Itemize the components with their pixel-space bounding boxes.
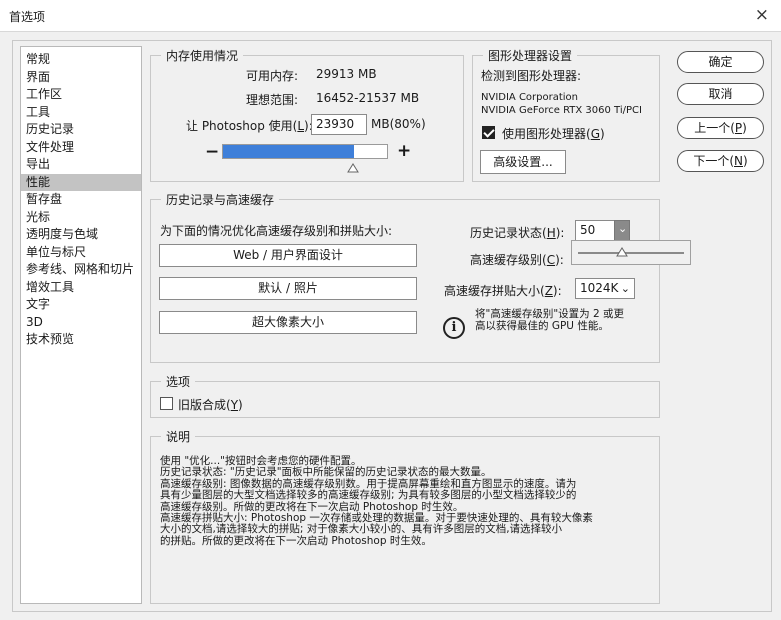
available-memory-value: 29913 MB xyxy=(316,67,377,81)
memory-usage-slider[interactable] xyxy=(222,144,388,159)
sidebar-item[interactable]: 技术预览 xyxy=(21,331,141,349)
available-memory-label: 可用内存: xyxy=(246,69,299,83)
window-title: 首选项 xyxy=(9,10,46,24)
memory-usage-input[interactable]: 23930 xyxy=(311,114,367,135)
description-text: 使用 "优化..."按钮时会考虑您的硬件配置。 历史记录状态: "历史记录"面板中… xyxy=(160,455,656,547)
sidebar-item[interactable]: 界面 xyxy=(21,69,141,87)
gpu-settings-legend: 图形处理器设置 xyxy=(488,49,573,63)
optimize-cache-label: 为下面的情况优化高速缓存级别和拼贴大小: xyxy=(160,224,393,238)
history-states-input[interactable]: 50 xyxy=(575,220,615,241)
cache-tile-size-value: 1024K xyxy=(580,281,619,295)
ideal-range-label: 理想范围: xyxy=(246,93,299,107)
description-line: 具有少量图层的大型文档选择较多的高速缓存级别; 为具有较多图层的小型文档选择较少… xyxy=(160,489,577,502)
history-cache-legend: 历史记录与高速缓存 xyxy=(166,193,275,207)
memory-usage-legend: 内存使用情况 xyxy=(166,49,239,63)
cache-levels-label: 高速缓存级别(C): xyxy=(470,253,564,267)
memory-percent-label: MB(80%) xyxy=(371,117,426,131)
optimize-web-ui-button[interactable]: Web / 用户界面设计 xyxy=(159,244,417,267)
cache-levels-slider-thumb[interactable] xyxy=(616,247,628,257)
gpu-vendor-text: NVIDIA Corporation xyxy=(481,92,579,103)
next-button[interactable]: 下一个(N) xyxy=(677,150,764,172)
gpu-advanced-settings-button[interactable]: 高级设置... xyxy=(480,150,566,174)
info-icon: i xyxy=(443,317,465,339)
chevron-down-icon: ⌄ xyxy=(620,282,630,295)
sidebar-item[interactable]: 3D xyxy=(21,314,141,332)
cache-tile-size-label: 高速缓存拼贴大小(Z): xyxy=(444,284,562,298)
sidebar-item[interactable]: 透明度与色域 xyxy=(21,226,141,244)
sidebar-item[interactable]: 参考线、网格和切片 xyxy=(21,261,141,279)
cache-tile-size-select[interactable]: 1024K ⌄ xyxy=(575,278,635,299)
legacy-compositing-checkbox[interactable] xyxy=(160,397,173,410)
sidebar-item[interactable]: 工具 xyxy=(21,104,141,122)
cache-levels-slider-popup[interactable] xyxy=(571,240,691,265)
previous-button[interactable]: 上一个(P) xyxy=(677,117,764,139)
options-legend: 选项 xyxy=(166,375,191,389)
memory-increase-button[interactable]: + xyxy=(397,141,411,161)
sidebar-item[interactable]: 光标 xyxy=(21,209,141,227)
sidebar-item[interactable]: 历史记录 xyxy=(21,121,141,139)
sidebar-item[interactable]: 常规 xyxy=(21,51,141,69)
legacy-compositing-label: 旧版合成(Y) xyxy=(178,398,243,412)
sidebar-item[interactable]: 性能 xyxy=(21,173,141,191)
sidebar-item[interactable]: 文字 xyxy=(21,296,141,314)
description-legend: 说明 xyxy=(166,430,191,444)
gpu-detected-label: 检测到图形处理器: xyxy=(481,69,582,83)
use-gpu-checkbox[interactable] xyxy=(482,126,495,139)
cancel-button[interactable]: 取消 xyxy=(677,83,764,105)
title-bar: 首选项 × xyxy=(0,0,781,32)
cache-levels-slider-track xyxy=(578,252,684,254)
ok-button[interactable]: 确定 xyxy=(677,51,764,73)
ideal-range-value: 16452-21537 MB xyxy=(316,91,420,105)
sidebar-item[interactable]: 文件处理 xyxy=(21,139,141,157)
optimize-default-photos-button[interactable]: 默认 / 照片 xyxy=(159,277,417,300)
gpu-cache-tip-line2: 高以获得最佳的 GPU 性能。 xyxy=(475,320,609,332)
history-states-label: 历史记录状态(H): xyxy=(470,226,565,240)
history-states-dropdown[interactable]: ⌄ xyxy=(614,220,630,241)
memory-usage-fill xyxy=(223,145,355,158)
sidebar-item[interactable]: 暂存盘 xyxy=(21,191,141,209)
optimize-huge-pixel-button[interactable]: 超大像素大小 xyxy=(159,311,417,334)
sidebar-item[interactable]: 增效工具 xyxy=(21,279,141,297)
use-gpu-label: 使用图形处理器(G) xyxy=(502,127,605,141)
gpu-model-text: NVIDIA GeForce RTX 3060 Ti/PCI xyxy=(481,105,642,116)
chevron-down-icon: ⌄ xyxy=(618,222,628,235)
description-line: 的拼贴。所做的更改将在下一次启动 Photoshop 时生效。 xyxy=(160,534,432,547)
sidebar-item[interactable]: 工作区 xyxy=(21,86,141,104)
close-icon[interactable]: × xyxy=(755,5,769,25)
let-photoshop-use-label: 让 Photoshop 使用(L): xyxy=(186,119,313,133)
sidebar-item[interactable]: 导出 xyxy=(21,156,141,174)
memory-decrease-button[interactable]: − xyxy=(205,142,219,162)
preferences-sidebar: 常规 界面 工作区 工具 历史记录 文件处理 导出 性能 暂存盘 光标 透明度与色域 单位与标尺 参考线… xyxy=(20,46,142,604)
memory-slider-thumb[interactable] xyxy=(347,163,360,173)
sidebar-item[interactable]: 单位与标尺 xyxy=(21,244,141,262)
memory-usage-group: 内存使用情况 xyxy=(150,47,464,182)
